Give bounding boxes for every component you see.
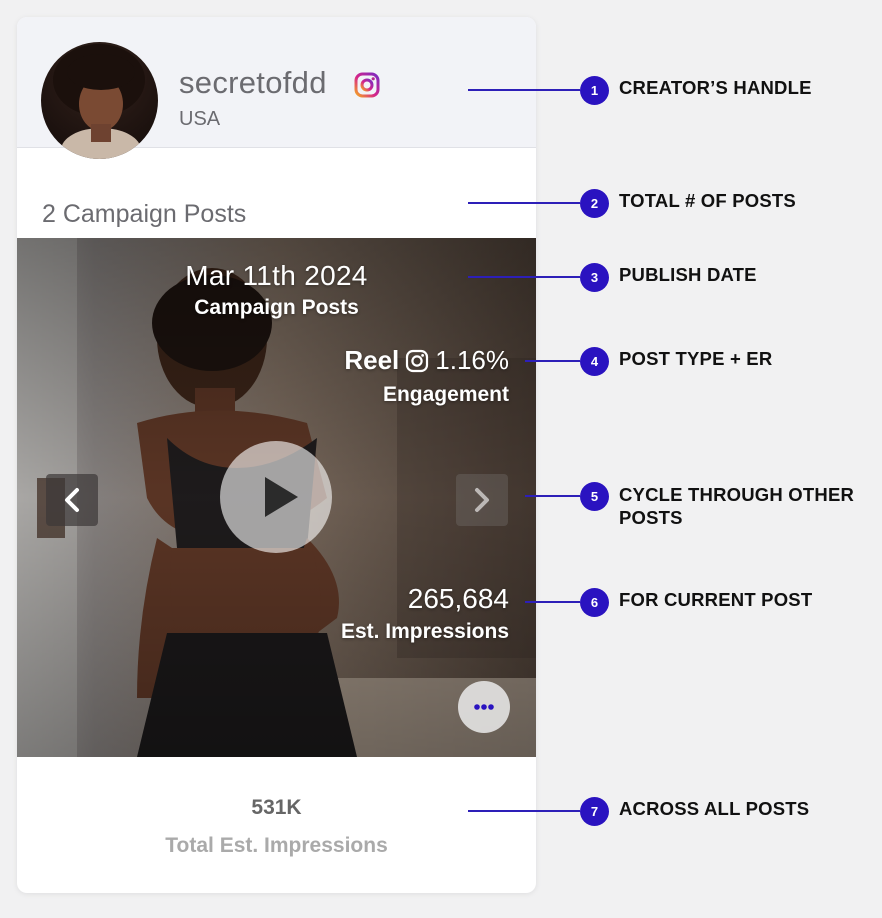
annotation-label: CREATOR’S HANDLE (619, 76, 812, 99)
creator-handle[interactable]: secretofdd (179, 65, 327, 101)
previous-post-button[interactable] (46, 474, 98, 526)
annotation-connector (468, 89, 580, 91)
post-type: Reel (344, 345, 400, 375)
annotation-badge: 6 (580, 588, 609, 617)
annotation-label: POST TYPE + ER (619, 347, 772, 370)
annotation-label: CYCLE THROUGH OTHER POSTS (619, 483, 854, 529)
annotation-line: POSTS (619, 507, 683, 528)
annotation-line: CYCLE THROUGH OTHER (619, 484, 855, 505)
total-impressions-label: Total Est. Impressions (165, 834, 388, 857)
post-impressions-value: 265,684 (407, 583, 509, 614)
annotation-connector (525, 360, 580, 362)
card-header: secretofdd USA (17, 17, 536, 159)
annotation-badge: 4 (580, 347, 609, 376)
engagement-rate: 1.16% (435, 345, 509, 375)
avatar (41, 42, 158, 159)
annotation-badge: 5 (580, 482, 609, 511)
engagement-label: Engagement (382, 383, 509, 406)
annotation-connector (468, 276, 580, 278)
more-dots-icon (474, 704, 494, 710)
total-impressions-value: 531K (251, 796, 302, 819)
annotation-connector (468, 202, 580, 204)
annotation-label: PUBLISH DATE (619, 263, 757, 286)
creator-card: secretofdd USA 2 Campaign Posts Mar 11th… (17, 17, 536, 893)
post-media[interactable]: Mar 11th 2024 Campaign Posts Reel 1.16% … (17, 238, 536, 757)
publish-date: Mar 11th 2024 (185, 260, 368, 291)
annotation-line: CREATOR’S HANDLE (619, 77, 812, 98)
annotation-badge: 7 (580, 797, 609, 826)
next-post-button[interactable] (456, 474, 508, 526)
play-icon (265, 477, 298, 517)
play-button[interactable] (220, 441, 332, 553)
instagram-icon (406, 349, 429, 372)
campaign-posts-count: 2 Campaign Posts (42, 200, 247, 228)
annotation-line: PUBLISH DATE (619, 264, 757, 285)
annotation-badge: 3 (580, 263, 609, 292)
chevron-right-icon (475, 488, 489, 512)
annotation-line: TOTAL # OF POSTS (619, 190, 796, 211)
publish-date-label: Campaign Posts (194, 296, 359, 319)
creator-country: USA (179, 108, 221, 130)
annotation-label: FOR CURRENT POST (619, 588, 812, 611)
annotation-line: POST TYPE + ER (619, 348, 773, 369)
annotation-line: ACROSS ALL POSTS (619, 798, 810, 819)
annotation-label: ACROSS ALL POSTS (619, 797, 809, 820)
post-type-row: Reel 1.16% (344, 345, 509, 376)
chevron-left-icon (65, 488, 79, 512)
annotation-badge: 1 (580, 76, 609, 105)
annotation-connector (525, 495, 580, 497)
annotation-connector (525, 601, 580, 603)
more-options-button[interactable] (458, 681, 510, 733)
annotation-label: TOTAL # OF POSTS (619, 189, 796, 212)
instagram-icon (354, 72, 380, 98)
annotation-line: FOR CURRENT POST (619, 589, 813, 610)
annotation-connector (468, 810, 580, 812)
annotation-badge: 2 (580, 189, 609, 218)
post-impressions-label: Est. Impressions (340, 620, 509, 643)
